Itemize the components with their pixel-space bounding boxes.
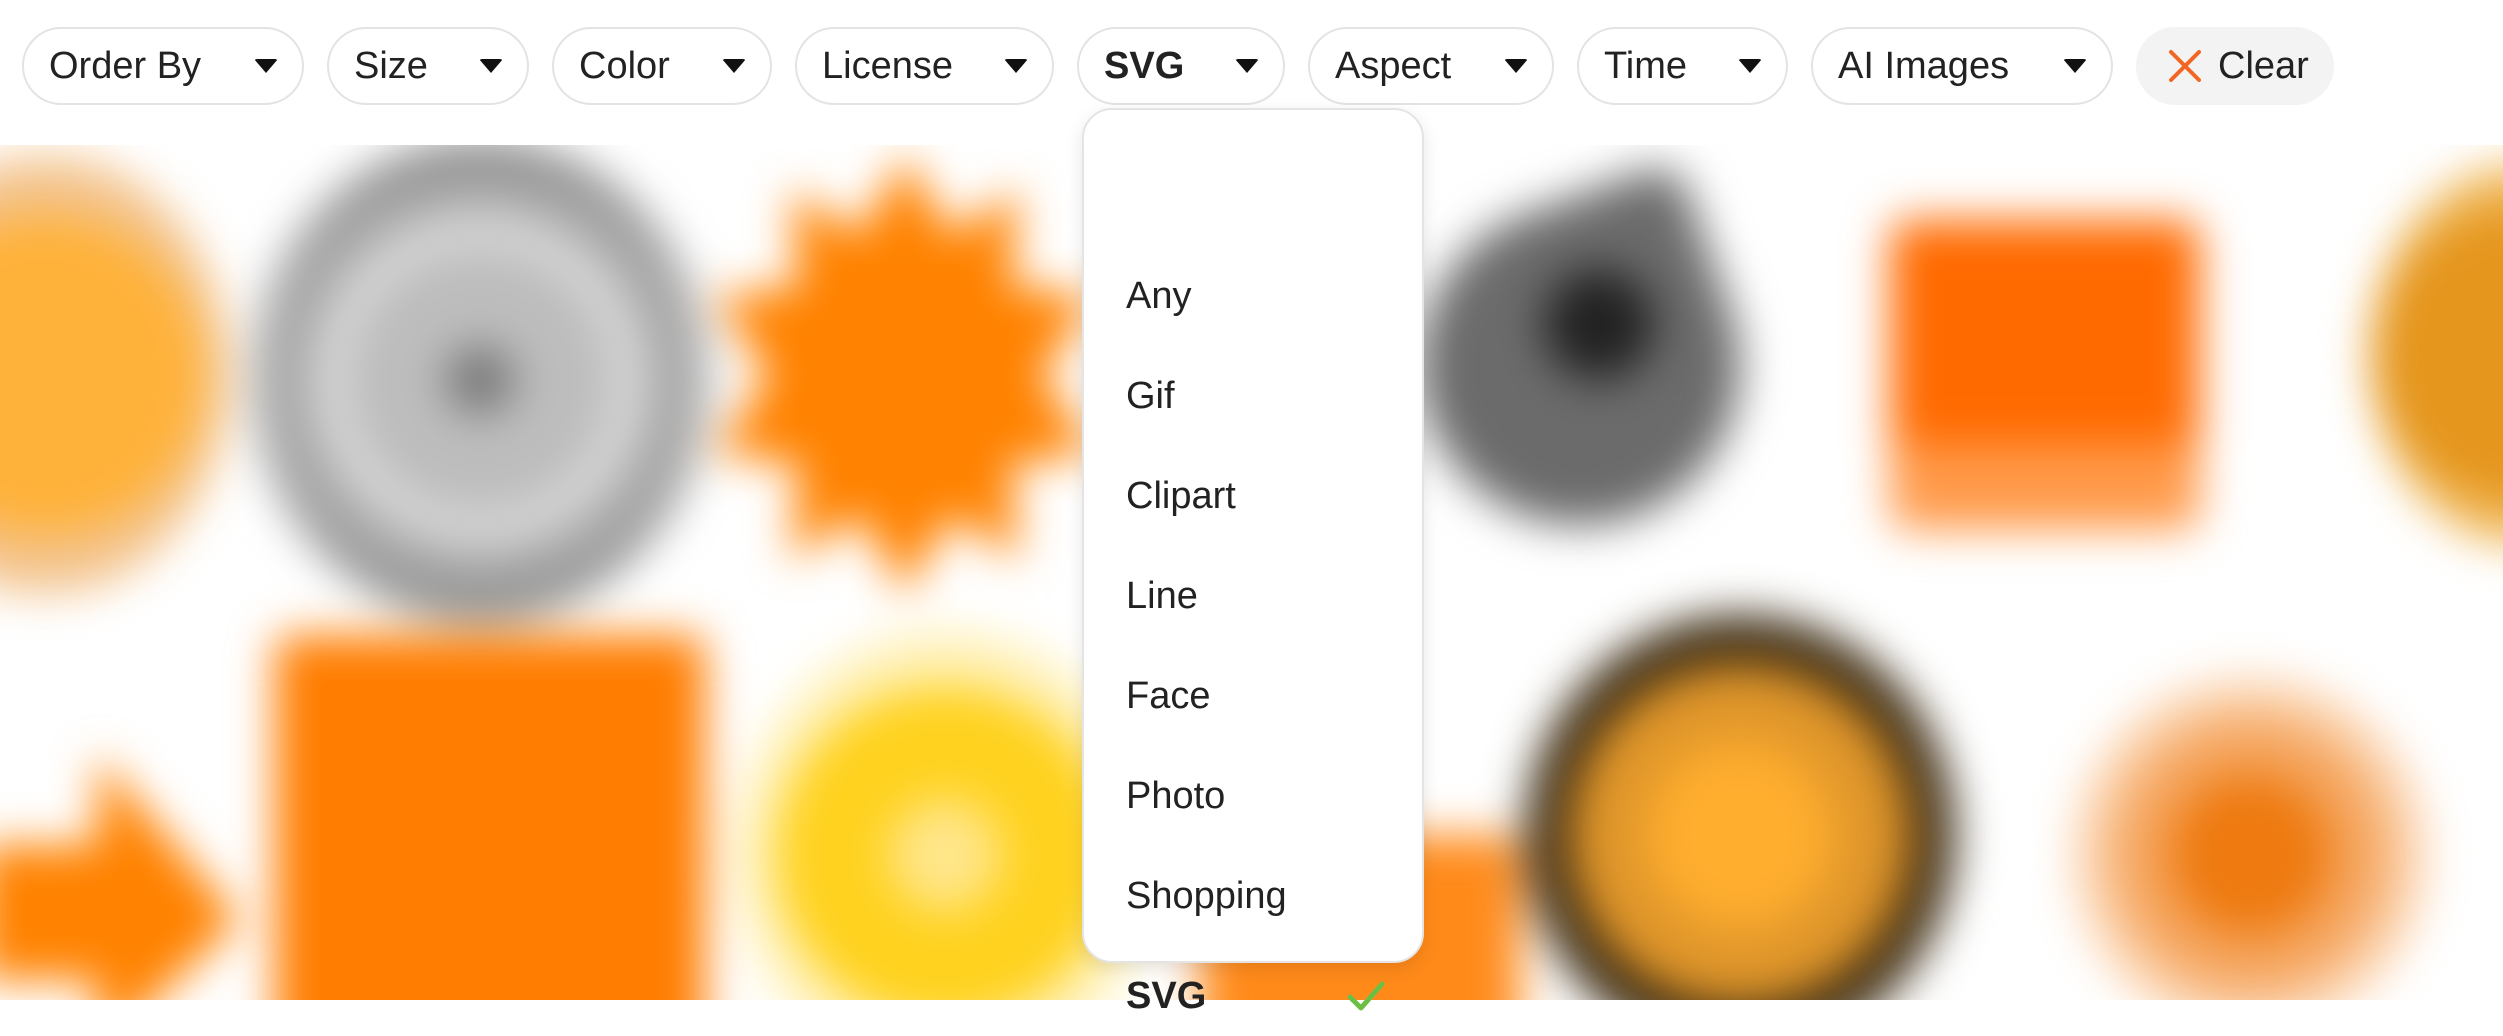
- order-by-filter[interactable]: Order By: [22, 27, 304, 105]
- svg-filter[interactable]: SVG: [1077, 27, 1285, 105]
- option-face[interactable]: Face: [1126, 656, 1386, 736]
- option-clipart[interactable]: Clipart: [1126, 456, 1386, 536]
- caret-down-icon: [254, 59, 278, 73]
- option-label: SVG: [1126, 974, 1207, 1017]
- thumbnail-orange-burst[interactable]: [715, 155, 1095, 595]
- option-label: Any: [1126, 274, 1192, 317]
- option-label: Line: [1126, 574, 1198, 617]
- option-label: Photo: [1126, 774, 1226, 817]
- caret-down-icon: [479, 59, 503, 73]
- time-filter[interactable]: Time: [1577, 27, 1788, 105]
- option-any[interactable]: Any: [1126, 256, 1386, 336]
- thumbnail-sun[interactable]: [1525, 615, 1955, 1000]
- caret-down-icon: [1235, 59, 1259, 73]
- option-line[interactable]: Line: [1126, 556, 1386, 636]
- aspect-filter[interactable]: Aspect: [1308, 27, 1554, 105]
- size-label: Size: [354, 44, 428, 87]
- option-svg[interactable]: SVG: [1126, 956, 1386, 1036]
- caret-down-icon: [2063, 59, 2087, 73]
- caret-down-icon: [1738, 59, 1762, 73]
- thumbnail-orange-arrow[interactable]: [0, 755, 240, 1000]
- caret-down-icon: [722, 59, 746, 73]
- clear-button[interactable]: Clear: [2136, 27, 2334, 105]
- thumbnail-orange-block[interactable]: [275, 635, 705, 1000]
- thumbnail-orange-splash[interactable]: [2040, 665, 2460, 1000]
- option-label: Gif: [1126, 374, 1175, 417]
- caret-down-icon: [1004, 59, 1028, 73]
- option-label: Face: [1126, 674, 1211, 717]
- close-icon: [2169, 50, 2201, 82]
- color-filter[interactable]: Color: [552, 27, 772, 105]
- caret-down-icon: [1504, 59, 1528, 73]
- license-filter[interactable]: License: [795, 27, 1054, 105]
- check-icon: [1347, 981, 1385, 1011]
- color-label: Color: [579, 44, 670, 87]
- thumbnail-wheel[interactable]: [255, 145, 705, 615]
- time-label: Time: [1604, 44, 1688, 87]
- option-label: Shopping: [1126, 874, 1287, 917]
- order-by-label: Order By: [49, 44, 202, 87]
- size-filter[interactable]: Size: [327, 27, 529, 105]
- svg-filter-dropdown: Any Gif Clipart Line Face Photo Shopping…: [1082, 108, 1424, 1017]
- thumbnail-dark-leaf[interactable]: [1374, 159, 1786, 571]
- thumbnail-orange-square[interactable]: [1890, 220, 2200, 530]
- option-shopping[interactable]: Shopping: [1126, 856, 1386, 936]
- option-photo[interactable]: Photo: [1126, 756, 1386, 836]
- thumbnail-orange-slice[interactable]: [0, 155, 230, 595]
- ai-images-filter[interactable]: AI Images: [1811, 27, 2113, 105]
- ai-images-label: AI Images: [1838, 44, 2010, 87]
- license-label: License: [822, 44, 953, 87]
- thumbnail-orange-fruit[interactable]: [2370, 165, 2503, 545]
- option-gif[interactable]: Gif: [1126, 356, 1386, 436]
- option-label: Clipart: [1126, 474, 1236, 517]
- clear-label: Clear: [2218, 44, 2309, 87]
- aspect-label: Aspect: [1335, 44, 1452, 87]
- svg-label: SVG: [1104, 44, 1185, 87]
